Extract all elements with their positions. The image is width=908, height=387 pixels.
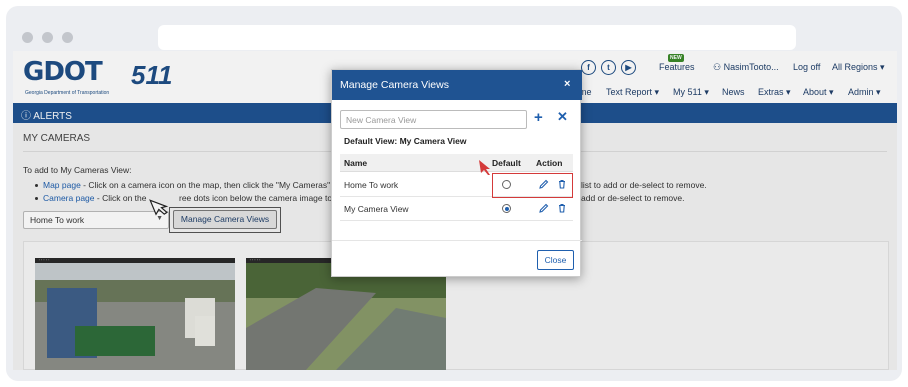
instruction-map: Map page - Click on a camera icon on the… [35, 180, 330, 190]
camera-instruction-tail: add or de-select to remove. [581, 193, 685, 203]
camera-view-select[interactable]: Home To work ▼ [23, 211, 169, 229]
map-page-link[interactable]: Map page [43, 180, 81, 190]
map-instruction-text: - Click on a camera icon on the map, the… [80, 180, 331, 190]
table-header: Name Default Action [340, 154, 573, 172]
youtube-icon[interactable]: ▶ [621, 60, 636, 75]
red-arrow-icon [479, 160, 490, 175]
plus-icon[interactable]: + [534, 109, 543, 126]
modal-header: Manage Camera Views × [332, 70, 582, 100]
modal-title: Manage Camera Views [340, 79, 449, 91]
user-icon: ⚇ [713, 62, 724, 72]
bullet [35, 197, 38, 201]
user-name: NasimTooto... [723, 62, 779, 72]
default-radio[interactable] [502, 204, 511, 213]
logo-subtitle: Georgia Department of Transportation [25, 90, 110, 96]
pencil-icon[interactable] [538, 202, 550, 214]
nav-item-text-report[interactable]: Text Report ▾ [606, 87, 659, 98]
nav-item-admin[interactable]: Admin ▾ [848, 87, 881, 98]
close-icon[interactable]: × [564, 78, 570, 90]
nav-item-my-511[interactable]: My 511 ▾ [673, 87, 709, 98]
col-name: Name [344, 158, 368, 168]
default-view-label: Default View: My Camera View [344, 136, 467, 146]
logoff-link[interactable]: Log off [793, 62, 820, 72]
new-camera-view-input[interactable] [340, 110, 527, 129]
trash-icon[interactable] [556, 202, 568, 214]
instruction-camera: Camera page - Click on the [35, 193, 146, 203]
camera-page-link[interactable]: Camera page [43, 193, 95, 203]
close-button[interactable]: Close [537, 250, 574, 270]
view-name: My Camera View [344, 204, 409, 214]
bullet [35, 184, 38, 188]
table-row: My Camera View [340, 197, 573, 221]
view-name: Home To work [344, 180, 399, 190]
x-icon[interactable]: ✕ [557, 109, 568, 125]
gdot-logo[interactable]: GDOT Georgia Department of Transportatio… [23, 57, 188, 99]
window-maximize-dot[interactable] [62, 32, 73, 43]
features-link[interactable]: Features [659, 62, 695, 72]
camera-image-1 [35, 258, 235, 370]
manage-camera-views-button[interactable]: Manage Camera Views [173, 210, 277, 229]
new-badge: NEW [668, 54, 684, 62]
camera-instruction-mid: ree dots icon below the camera image to … [179, 193, 344, 203]
regions-dropdown[interactable]: All Regions ▾ [832, 62, 885, 73]
alerts-label: ⓘ ALERTS [21, 107, 72, 122]
selected-view: Home To work [30, 215, 85, 225]
user-account-link[interactable]: ⚇ NasimTooto... [713, 62, 779, 73]
twitter-icon[interactable]: t [601, 60, 616, 75]
camera-image[interactable]: ····· [35, 258, 235, 370]
facebook-icon[interactable]: f [581, 60, 596, 75]
info-icon: ⓘ [21, 111, 34, 122]
col-default: Default [492, 158, 521, 168]
pointer-arrow-icon [149, 199, 169, 216]
nav-item-extras[interactable]: Extras ▾ [758, 87, 791, 98]
camera-instruction-text: - Click on the [94, 193, 147, 203]
alerts-text: ALERTS [33, 111, 72, 122]
logo-511: 511 [131, 60, 173, 90]
window-minimize-dot[interactable] [42, 32, 53, 43]
col-action: Action [536, 158, 563, 168]
map-instruction-tail: list to add or de-select to remove. [581, 180, 707, 190]
manage-camera-views-modal: Manage Camera Views × + ✕ Default View: … [331, 69, 582, 277]
nav-item-news[interactable]: News [722, 87, 745, 97]
logo-text: GDOT [23, 57, 103, 87]
page-title: MY CAMERAS [23, 133, 91, 144]
camera-caption: ····· [38, 259, 51, 263]
camera-caption: ····· [249, 259, 262, 263]
nav-item-about[interactable]: About ▾ [803, 87, 834, 98]
modal-footer-divider [332, 240, 582, 241]
row-highlight-box [492, 173, 573, 198]
window-close-dot[interactable] [22, 32, 33, 43]
instructions: To add to My Cameras View: [23, 165, 132, 175]
address-bar[interactable] [158, 25, 796, 50]
